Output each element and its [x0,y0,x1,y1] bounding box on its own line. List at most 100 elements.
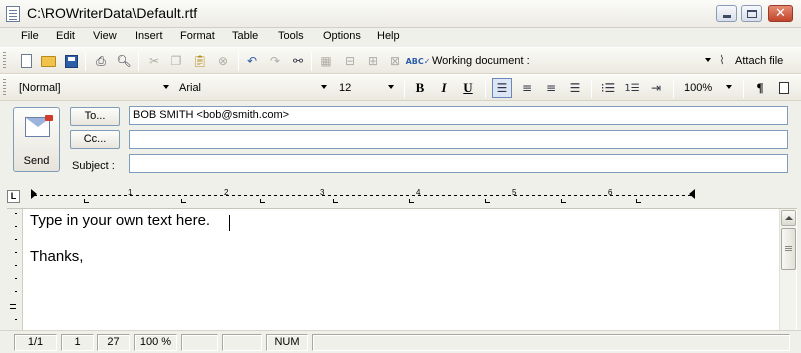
bullet-list-icon: ⁝☰ [600,81,616,95]
vertical-scrollbar[interactable] [779,209,796,330]
envelope-icon [25,115,53,137]
print-button[interactable]: ⎙ [91,51,111,71]
align-right-button[interactable]: ≡ [541,78,561,98]
close-icon: ✕ [775,6,786,21]
bold-button[interactable]: B [410,78,430,98]
chevron-down-icon[interactable] [321,85,327,89]
ruler-tick [10,304,16,305]
chevron-down-icon[interactable] [388,85,394,89]
toolbar-grip[interactable] [3,79,6,97]
open-button[interactable] [38,51,58,71]
insert-row-button[interactable]: ⊟ [340,51,360,71]
cut-button[interactable]: ✂ [144,51,164,71]
tab-stop-marker[interactable] [333,199,338,203]
chevron-down-icon[interactable] [163,85,169,89]
right-indent-marker[interactable] [689,189,695,199]
align-left-button[interactable]: ☰ [492,78,512,98]
maximize-button[interactable] [741,5,762,22]
menu-edit[interactable]: Edit [56,30,75,42]
find-button[interactable]: ⚯ [288,51,308,71]
redo-button[interactable]: ↷ [265,51,285,71]
spellcheck-button[interactable]: ABC✓ [406,51,431,71]
close-button[interactable]: ✕ [768,5,793,22]
indent-button[interactable]: ⇥ [646,78,666,98]
tab-stop-marker[interactable] [260,199,265,203]
chevron-down-icon[interactable] [705,58,711,62]
menu-format[interactable]: Format [180,30,215,42]
send-label: Send [23,155,50,167]
menu-help[interactable]: Help [377,30,400,42]
style-select[interactable]: [Normal] [15,79,170,98]
italic-button[interactable]: I [434,78,454,98]
table-button[interactable]: ▦ [316,51,336,71]
email-header: Send To... Cc... Subject : BOB SMITH <bo… [0,101,801,184]
send-button[interactable]: Send [13,107,60,172]
justify-button[interactable]: ☰ [565,78,585,98]
tab-stop-marker[interactable] [636,199,641,203]
delete-row-icon: ⊠ [389,54,401,68]
tab-type-button[interactable]: L [7,190,20,203]
subject-field[interactable] [129,154,788,173]
menu-tools[interactable]: Tools [278,30,304,42]
working-document-label: Working document : [432,55,530,67]
paste-icon: 📋︎ [192,54,208,68]
menu-options[interactable]: Options [323,30,361,42]
tab-stop-marker[interactable] [84,199,89,203]
save-button[interactable] [61,51,81,71]
undo-button[interactable]: ↶ [242,51,262,71]
new-document-button[interactable] [16,51,36,71]
horizontal-ruler[interactable]: 1 2 3 4 5 6 [24,188,784,203]
attach-file-button[interactable]: Attach file [735,55,783,67]
insert-column-button[interactable]: ⊞ [363,51,383,71]
text-caret [229,215,230,231]
menu-file[interactable]: File [21,30,39,42]
scroll-thumb[interactable] [781,228,796,270]
document-line[interactable]: Type in your own text here. [30,212,210,229]
menu-table[interactable]: Table [232,30,258,42]
delete-button[interactable]: ⊗ [213,51,233,71]
tab-stop-marker[interactable] [181,199,186,203]
menu-insert[interactable]: Insert [135,30,163,42]
document-line[interactable]: Thanks, [30,248,83,265]
toolbar-separator [138,52,139,71]
page-view-button[interactable] [774,78,794,98]
paste-button[interactable]: 📋︎ [190,51,210,71]
print-preview-button[interactable]: 🔍︎ [114,51,134,71]
print-preview-icon: 🔍︎ [116,54,132,68]
tab-stop-marker[interactable] [561,199,566,203]
menu-view[interactable]: View [93,30,117,42]
status-page: 1/1 [14,334,57,351]
insert-row-icon: ⊟ [344,54,356,68]
cc-field[interactable] [129,130,788,149]
document-editor[interactable]: Type in your own text here. Thanks, [7,208,797,331]
toolbar-separator [85,52,86,71]
tab-stop-marker[interactable] [485,199,490,203]
cc-button[interactable]: Cc... [70,130,120,149]
align-center-button[interactable]: ≡ [517,78,537,98]
tab-stop-marker[interactable] [409,199,414,203]
numbering-button[interactable]: 1☰ [622,78,642,98]
minimize-icon [723,15,731,18]
toolbar-separator [311,52,312,71]
status-column: 27 [97,334,130,351]
bullets-button[interactable]: ⁝☰ [598,78,618,98]
copy-button[interactable]: ❐ [166,51,186,71]
show-formatting-button[interactable]: ¶ [750,78,770,98]
toolbar-separator [743,79,744,98]
to-button[interactable]: To... [70,107,120,126]
justify-icon: ☰ [569,81,581,95]
copy-icon: ❐ [170,54,182,68]
font-select[interactable]: Arial [175,79,330,98]
minimize-button[interactable] [716,5,737,22]
scroll-up-button[interactable] [781,210,796,226]
open-folder-icon [40,55,56,67]
to-field[interactable]: BOB SMITH <bob@smith.com> [129,106,788,125]
chevron-down-icon[interactable] [726,85,732,89]
ruler-tick [15,291,17,292]
delete-row-button[interactable]: ⊠ [385,51,405,71]
underline-button[interactable]: U [458,78,478,98]
left-indent-marker[interactable] [31,189,37,199]
toolbar-grip[interactable] [3,52,6,70]
working-document-select[interactable] [532,52,717,71]
cut-icon: ✂ [148,54,160,68]
